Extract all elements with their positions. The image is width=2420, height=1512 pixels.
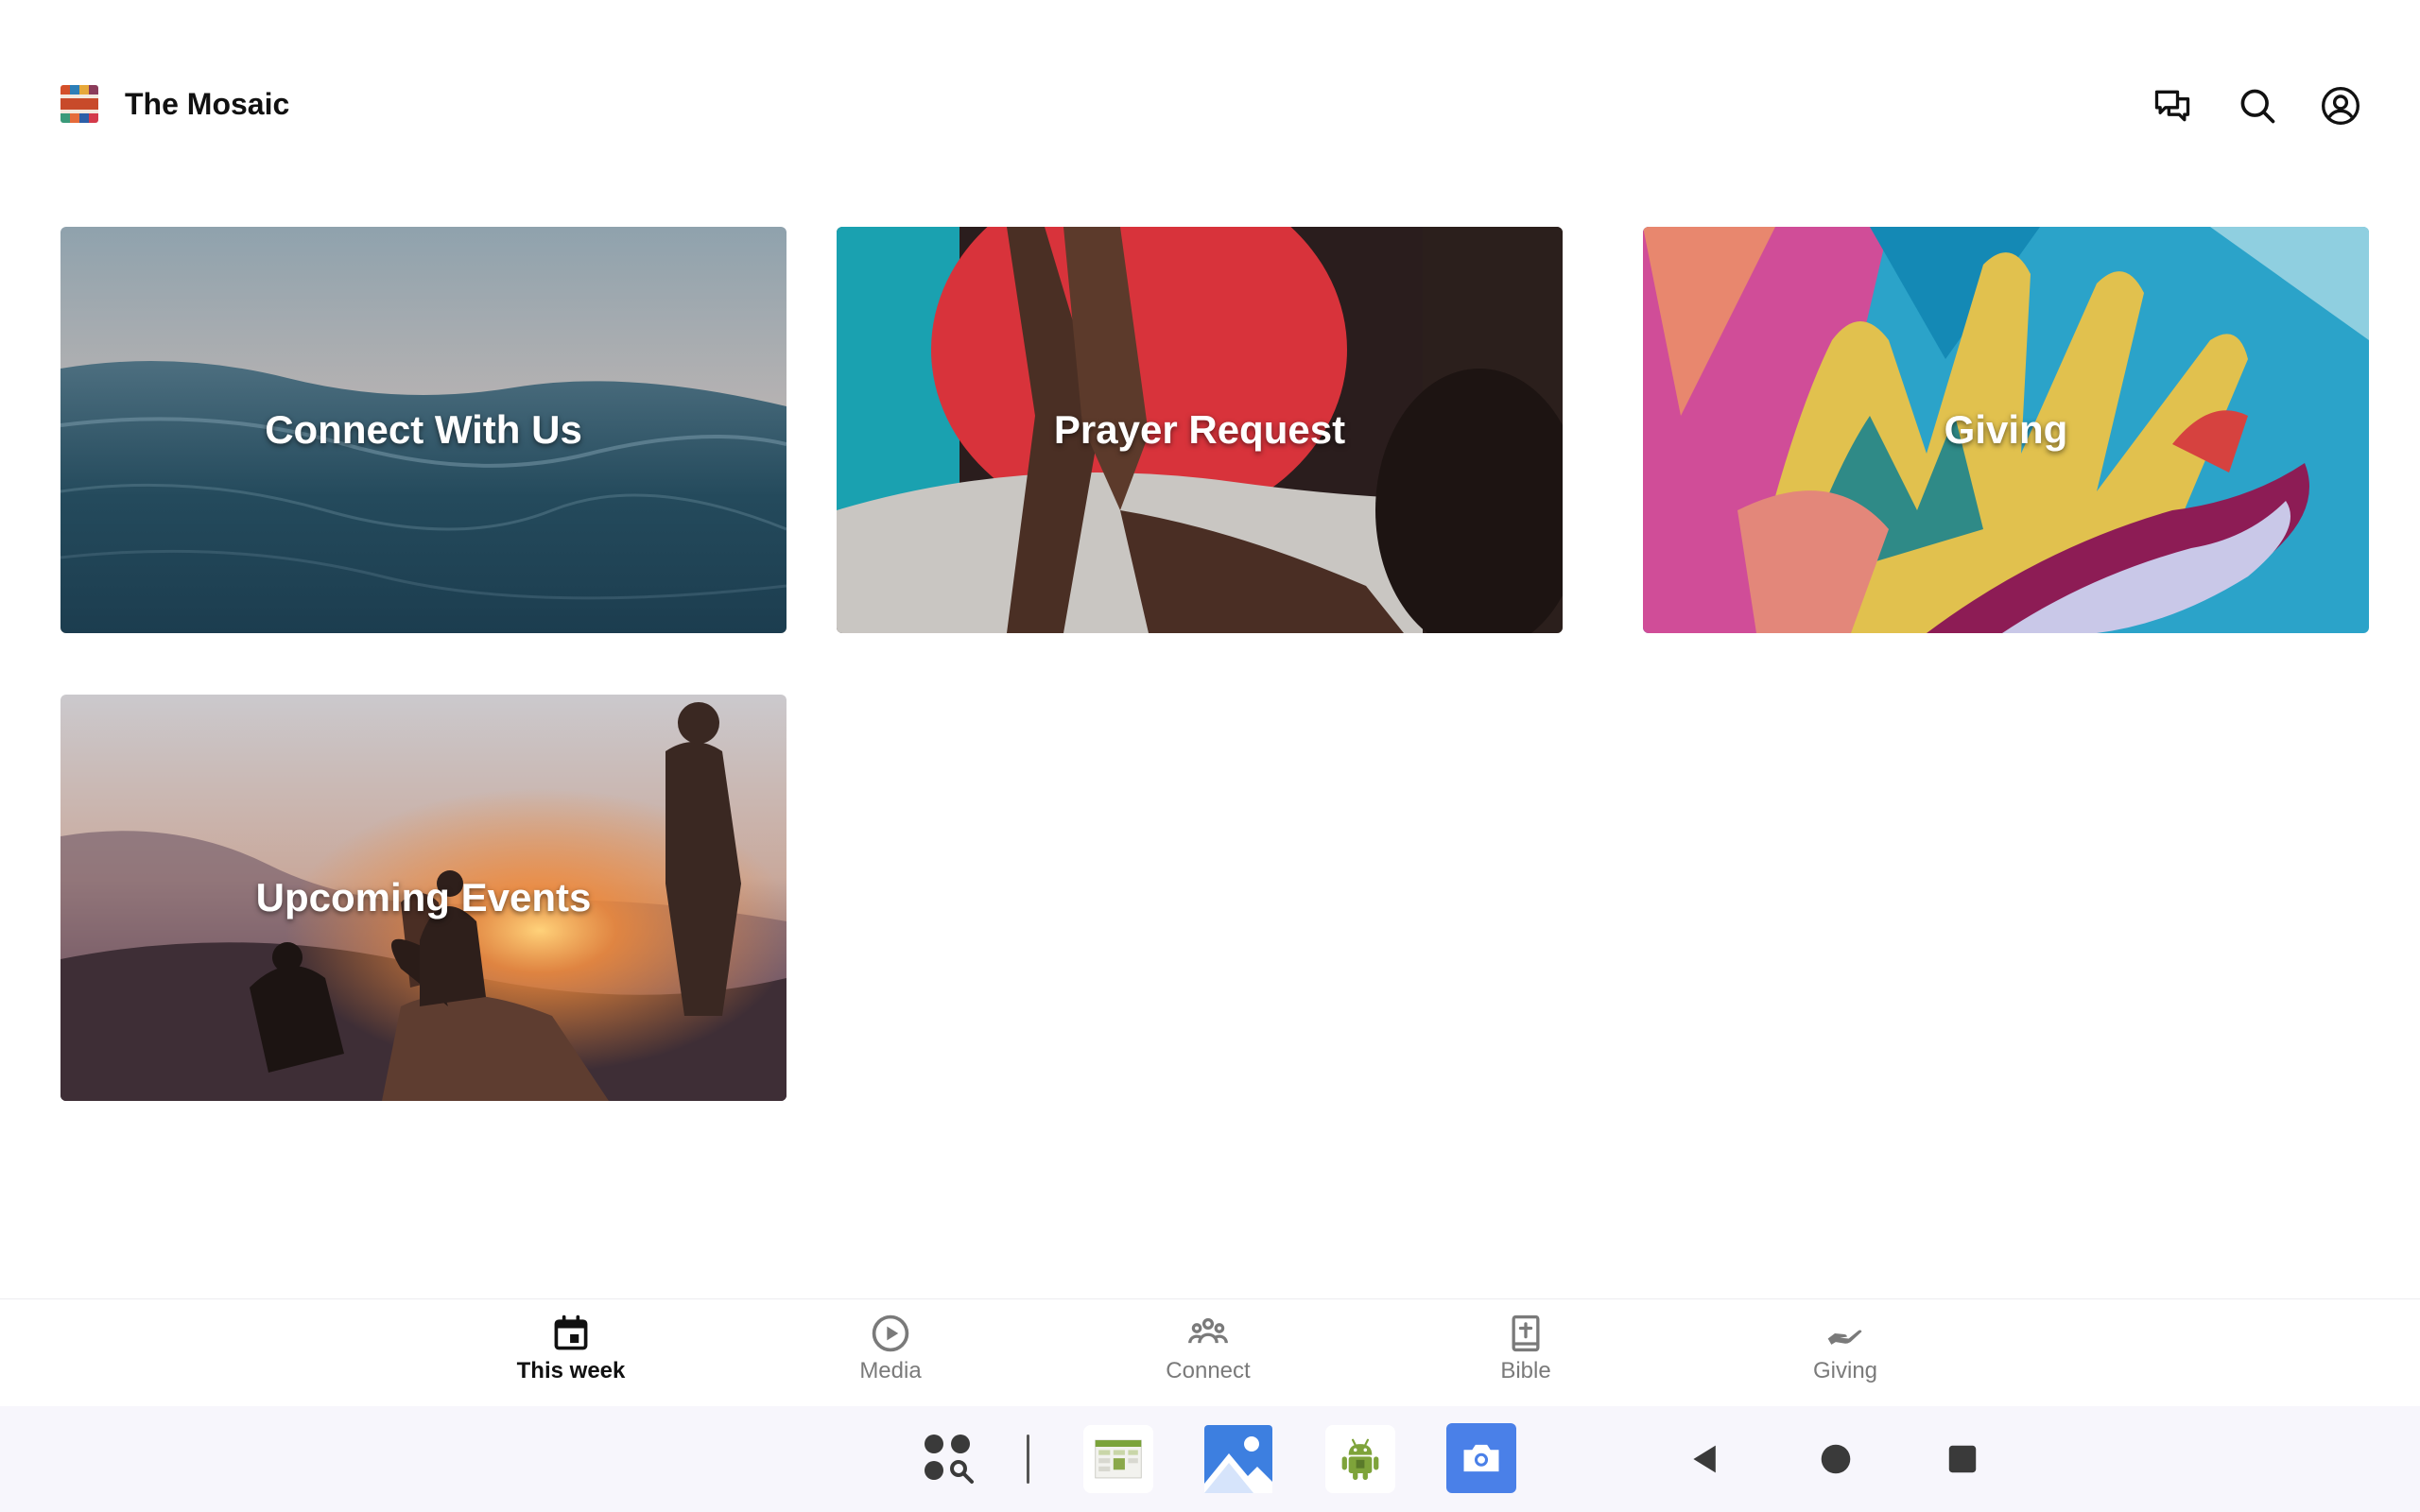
app-title: The Mosaic: [125, 87, 290, 121]
card-label: Giving: [1944, 407, 2068, 452]
app-header: The Mosaic: [0, 0, 2420, 208]
card-label: Upcoming Events: [255, 875, 592, 919]
chat-icon[interactable]: [2150, 83, 2195, 129]
upcoming-events-card[interactable]: Upcoming Events: [60, 695, 786, 1101]
group-icon: [1188, 1317, 1228, 1344]
bottom-tab-bar: This week Media Connect Bible Giving: [0, 1298, 2420, 1406]
play-circle-icon: [872, 1314, 909, 1352]
mosaic-logo-icon: [60, 85, 98, 123]
tab-label: Connect: [1166, 1358, 1251, 1383]
prayer-request-card[interactable]: Prayer Request: [837, 227, 1563, 633]
android-app-icon[interactable]: [1325, 1425, 1395, 1493]
card-label: Prayer Request: [1053, 407, 1346, 452]
account-icon[interactable]: [2318, 83, 2363, 129]
search-icon[interactable]: [2235, 83, 2280, 129]
giving-hand-icon: [1827, 1330, 1862, 1345]
bible-icon: [1512, 1314, 1540, 1352]
tab-connect[interactable]: Connect: [1114, 1313, 1303, 1398]
card-label: Connect With Us: [265, 407, 582, 452]
tab-media[interactable]: Media: [796, 1313, 985, 1398]
tab-label: Media: [859, 1358, 922, 1383]
back-icon[interactable]: [1686, 1440, 1724, 1478]
giving-card[interactable]: Giving: [1643, 227, 2369, 633]
home-icon[interactable]: [1817, 1440, 1855, 1478]
tab-this-week[interactable]: This week: [476, 1313, 666, 1398]
tab-label: This week: [516, 1358, 626, 1383]
tab-giving[interactable]: Giving: [1751, 1313, 1940, 1398]
tab-bible[interactable]: Bible: [1431, 1313, 1620, 1398]
camera-app-icon[interactable]: [1446, 1423, 1516, 1493]
taskbar-divider: [1027, 1435, 1029, 1484]
app-search-icon[interactable]: [921, 1431, 981, 1487]
system-nav-bar: [0, 1406, 2420, 1512]
tab-label: Giving: [1812, 1358, 1878, 1383]
gallery-app-icon[interactable]: [1202, 1423, 1274, 1495]
connect-with-us-card[interactable]: Connect With Us: [60, 227, 786, 633]
calendar-icon: [554, 1314, 588, 1350]
recents-icon[interactable]: [1945, 1442, 1979, 1476]
tab-label: Bible: [1500, 1358, 1551, 1383]
sheets-app-icon[interactable]: [1083, 1425, 1153, 1493]
